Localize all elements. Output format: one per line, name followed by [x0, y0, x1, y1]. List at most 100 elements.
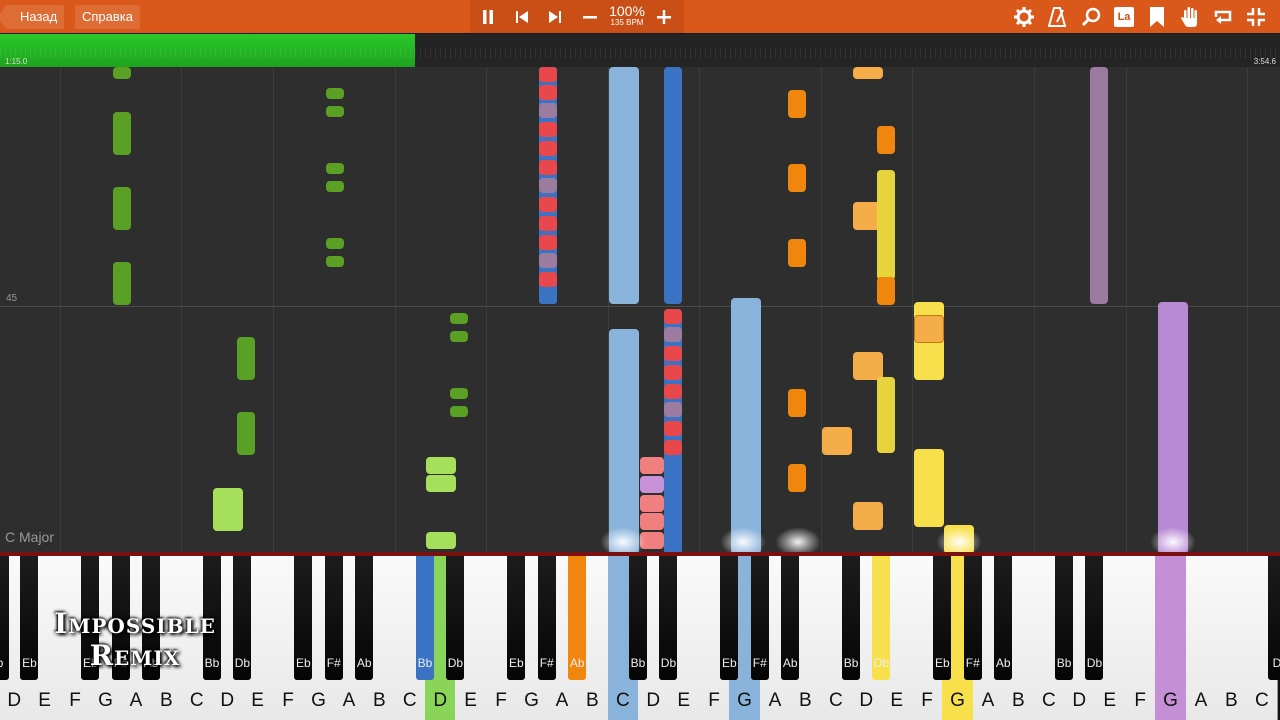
white-key-label: A: [768, 690, 782, 711]
white-key-label: A: [1194, 690, 1208, 711]
white-key-label: E: [251, 690, 264, 711]
black-key[interactable]: F#: [963, 556, 982, 680]
black-key[interactable]: Eb: [933, 556, 952, 680]
white-key-label: D: [646, 690, 661, 711]
black-key-label: Db: [660, 656, 677, 670]
grid-line: [181, 67, 182, 554]
hit-glow: [600, 527, 646, 554]
note: [853, 352, 883, 380]
white-key-label: F: [495, 690, 507, 711]
white-key-label: G: [950, 690, 965, 711]
black-key[interactable]: Db: [872, 556, 891, 680]
help-button[interactable]: Справка: [75, 5, 140, 29]
note: [539, 272, 557, 287]
black-key-label: F#: [326, 656, 341, 670]
black-key[interactable]: Db: [446, 556, 465, 680]
note: [664, 421, 682, 436]
note: [326, 163, 344, 174]
black-key-label: F#: [752, 656, 767, 670]
loop-icon[interactable]: [1211, 5, 1235, 29]
label-la-icon[interactable]: La: [1112, 5, 1136, 29]
hit-glow: [1150, 527, 1196, 554]
black-key[interactable]: Ab: [781, 556, 800, 680]
note: [877, 170, 895, 280]
black-key-label: Eb: [934, 656, 950, 670]
black-key[interactable]: Eb: [294, 556, 313, 680]
settings-icon[interactable]: [1012, 5, 1036, 29]
pause-icon[interactable]: [476, 0, 500, 33]
black-key[interactable]: F#: [324, 556, 343, 680]
black-key[interactable]: Bb: [842, 556, 861, 680]
white-key-label: B: [160, 690, 173, 711]
note: [213, 488, 243, 531]
white-key-label: B: [373, 690, 386, 711]
white-key[interactable]: G: [1155, 556, 1187, 720]
black-key-label: Eb: [295, 656, 311, 670]
black-key-label: Db: [873, 656, 890, 670]
magnifier-icon[interactable]: [1079, 5, 1103, 29]
note: [664, 384, 682, 399]
black-key-label: Bb: [1056, 656, 1072, 670]
total-time: 3:54.6: [1253, 57, 1276, 66]
black-key[interactable]: Bb: [1055, 556, 1074, 680]
collapse-icon[interactable]: [1244, 5, 1268, 29]
note: [539, 216, 557, 231]
grid-line: [699, 67, 700, 554]
black-key-label: F#: [965, 656, 980, 670]
white-key-label: D: [7, 690, 22, 711]
black-key[interactable]: Db: [659, 556, 678, 680]
current-time: 1:15.0: [5, 57, 28, 66]
back-button[interactable]: Назад: [0, 5, 65, 29]
black-key[interactable]: Bb: [416, 556, 435, 680]
note: [664, 346, 682, 361]
note: [640, 476, 664, 493]
white-key-label: E: [38, 690, 51, 711]
note: [664, 327, 682, 342]
note: [539, 141, 557, 156]
black-key[interactable]: Eb: [720, 556, 739, 680]
black-key[interactable]: Ab: [355, 556, 374, 680]
skip-back-icon[interactable]: [510, 0, 534, 33]
white-key-label: G: [737, 690, 752, 711]
white-key-label: A: [981, 690, 995, 711]
bookmark-icon[interactable]: [1145, 5, 1169, 29]
white-key-label: C: [189, 690, 204, 711]
minus-icon[interactable]: [578, 0, 602, 33]
white-key-label: F: [921, 690, 933, 711]
black-key[interactable]: Db: [1085, 556, 1104, 680]
black-key[interactable]: b: [0, 556, 9, 680]
piano-roll: 45 C Major: [0, 67, 1280, 554]
note: [237, 337, 255, 380]
note: [877, 126, 895, 154]
black-key[interactable]: D: [1268, 556, 1280, 680]
white-key-label: E: [464, 690, 477, 711]
white-key-label: F: [69, 690, 81, 711]
white-key[interactable]: A: [1185, 556, 1218, 720]
note: [788, 389, 806, 417]
white-key[interactable]: F: [1124, 556, 1157, 720]
white-key-label: D: [1072, 690, 1087, 711]
note: [113, 112, 131, 155]
note: [731, 298, 761, 554]
hand-icon[interactable]: [1178, 5, 1202, 29]
grid-line: [395, 67, 396, 554]
watermark-line1: Impossible: [54, 607, 216, 640]
white-key-label: C: [828, 690, 843, 711]
note: [237, 412, 255, 455]
note: [788, 239, 806, 267]
black-key[interactable]: Ab: [994, 556, 1013, 680]
plus-icon[interactable]: [652, 0, 676, 33]
black-key[interactable]: Ab: [568, 556, 587, 680]
note: [450, 388, 468, 399]
black-key[interactable]: F#: [750, 556, 769, 680]
black-key[interactable]: Eb: [507, 556, 526, 680]
black-key[interactable]: Bb: [629, 556, 648, 680]
note: [326, 181, 344, 192]
note: [640, 495, 664, 512]
white-key[interactable]: B: [1216, 556, 1248, 720]
black-key[interactable]: F#: [537, 556, 556, 680]
progress-bar[interactable]: 1:15.0 3:54.6: [0, 33, 1280, 67]
skip-forward-icon[interactable]: [543, 0, 567, 33]
white-key-label: D: [220, 690, 235, 711]
metronome-icon[interactable]: [1045, 5, 1069, 29]
